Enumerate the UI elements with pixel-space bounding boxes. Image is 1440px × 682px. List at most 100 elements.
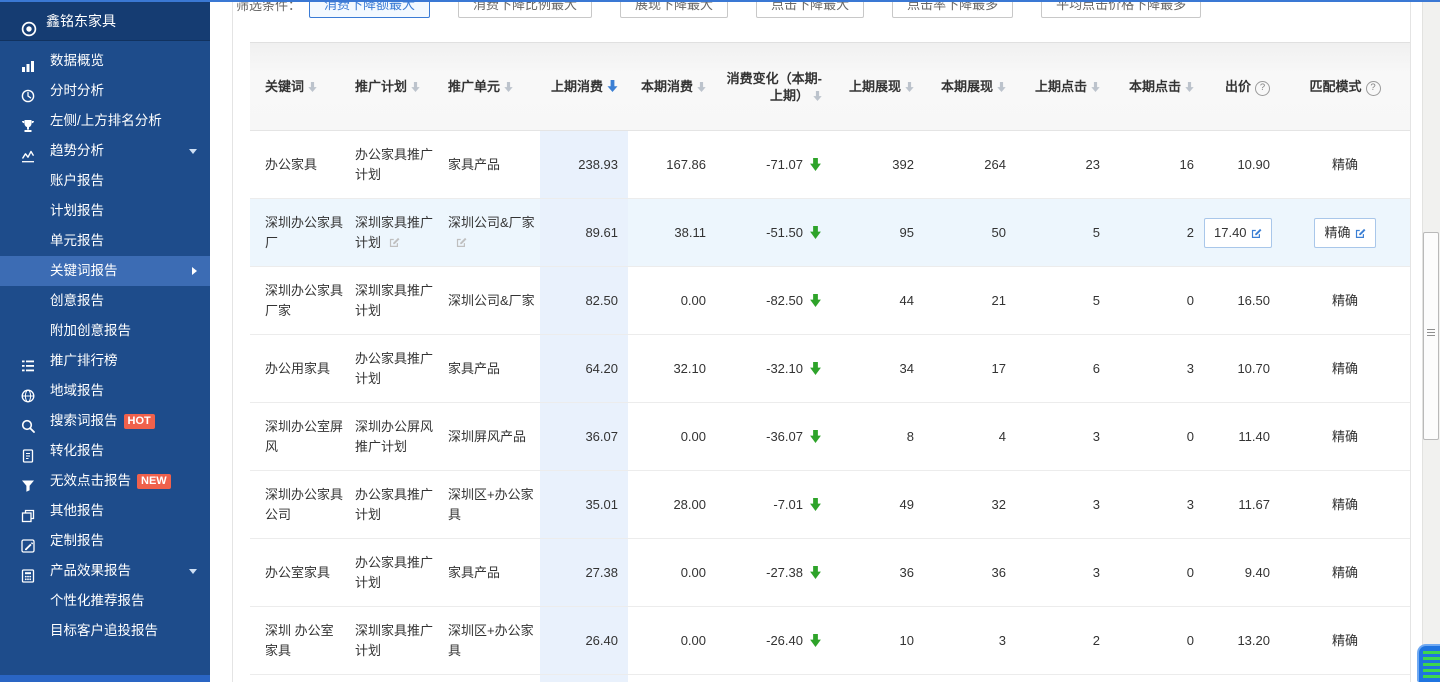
edit-icon[interactable]: [456, 236, 467, 247]
cell-content: -51.50: [716, 223, 822, 243]
col-header-keyword[interactable]: 关键词: [250, 43, 345, 130]
cell-bid: 16.50: [1204, 267, 1280, 334]
unit-value: 深圳区+办公家具: [448, 487, 534, 522]
col-header-label: 本期消费: [641, 79, 693, 94]
help-icon[interactable]: ?: [1366, 81, 1381, 96]
table-row[interactable]: 办公家具办公家具推广计划家具产品238.93167.86-71.07392264…: [250, 131, 1410, 199]
filter-option-3[interactable]: 展现下降最大: [620, 0, 728, 18]
match-value: 精确: [1332, 293, 1358, 308]
filter-option-4[interactable]: 点击下降最大: [756, 0, 864, 18]
cell-content: -7.01: [716, 495, 822, 515]
col-header-label: 本期点击: [1129, 79, 1181, 94]
col-header-content: 本期点击: [1110, 78, 1194, 95]
sidebar-item-rank-analysis[interactable]: 左侧/上方排名分析: [0, 106, 210, 136]
filter-option-6[interactable]: 平均点击价格下降最多: [1041, 0, 1201, 18]
sidebar-subitem[interactable]: 单元报告: [0, 226, 210, 256]
sidebar-subitem[interactable]: 计划报告: [0, 196, 210, 226]
sidebar-item-promo-ranking[interactable]: 推广排行榜: [0, 346, 210, 376]
col-header-match[interactable]: 匹配模式?: [1280, 43, 1410, 130]
table-row[interactable]: 办公室家具办公家具推广计划家具产品27.380.00-27.383636309.…: [250, 539, 1410, 607]
col-header-change[interactable]: 消费变化（本期-上期）: [716, 43, 832, 130]
table-body: 办公家具办公家具推广计划家具产品238.93167.86-71.07392264…: [250, 131, 1410, 682]
match-edit-button[interactable]: 精确: [1314, 218, 1375, 248]
table-row[interactable]: 深圳 办公室家具深圳家具推广计划深圳区+办公家具26.400.00-26.401…: [250, 607, 1410, 675]
help-icon[interactable]: ?: [1255, 81, 1270, 96]
cell-content: 16: [1110, 155, 1194, 175]
bid-edit-button[interactable]: 17.40: [1204, 218, 1272, 248]
col-header-prev_clk[interactable]: 上期点击: [1016, 43, 1110, 130]
bid-value: 10.90: [1237, 157, 1270, 172]
cell-content: 44: [832, 291, 914, 311]
sidebar-item-region-report[interactable]: 地域报告: [0, 376, 210, 406]
sidebar-item-conversion-report[interactable]: 转化报告: [0, 436, 210, 466]
sidebar-subitem[interactable]: 账户报告: [0, 166, 210, 196]
cell-content: 深圳公司&厂家: [448, 213, 540, 253]
cell-content: 36: [832, 563, 914, 583]
sidebar-subitem[interactable]: 创意报告: [0, 286, 210, 316]
col-header-prev_cost[interactable]: 上期消费: [540, 43, 628, 130]
cell-match: 精确: [1280, 471, 1410, 538]
floating-widget[interactable]: [1417, 644, 1440, 682]
col-header-cur_imp[interactable]: 本期展现: [924, 43, 1016, 130]
col-header-bid[interactable]: 出价?: [1204, 43, 1280, 130]
scrollbar-track[interactable]: [1422, 2, 1440, 682]
cell-match: 精确: [1280, 131, 1410, 198]
cell-content: 34: [832, 359, 914, 379]
cell-content: 0.00: [628, 427, 706, 447]
table-row[interactable]: 深圳办公家具厂家深圳家具推广计划深圳公司&厂家82.500.00-82.5044…: [250, 267, 1410, 335]
col-header-content: 关键词: [265, 78, 345, 95]
brand-logo-icon: [21, 13, 37, 29]
prev_imp-value: 10: [900, 633, 914, 648]
col-header-unit[interactable]: 推广单元: [438, 43, 540, 130]
sidebar-subitem-selected[interactable]: 关键词报告: [0, 256, 210, 286]
cell-content: 82.50: [540, 291, 618, 311]
col-header-plan[interactable]: 推广计划: [345, 43, 438, 130]
table-row[interactable]: 办公用家具办公家具推广计划家具产品64.2032.10-32.103417631…: [250, 335, 1410, 403]
cell-prev_imp: 34: [832, 335, 924, 402]
sidebar-subitem-label: 关键词报告: [50, 263, 118, 278]
filter-option-5[interactable]: 点击率下降最多: [892, 0, 1013, 18]
edit-icon[interactable]: [1251, 227, 1262, 238]
sidebar-item-search-term-report[interactable]: 搜索词报告HOT: [0, 406, 210, 436]
sidebar-item-product-effect-report[interactable]: 产品效果报告: [0, 556, 210, 586]
filter-option-2[interactable]: 消费下降比例最大: [458, 0, 592, 18]
col-header-prev_imp[interactable]: 上期展现: [832, 43, 924, 130]
cell-bid: 11.40: [1204, 403, 1280, 470]
table-row[interactable]: 深圳办公室屏风深圳办公屏风推广计划深圳屏风产品36.070.00-36.0784…: [250, 403, 1410, 471]
cell-content: 深圳区+办公家具: [448, 485, 540, 525]
cell-change: -7.01: [716, 471, 832, 538]
prev_clk-value: 3: [1093, 565, 1100, 580]
sidebar-item-invalid-click-report[interactable]: 无效点击报告NEW: [0, 466, 210, 496]
sidebar-item-other-report[interactable]: 其他报告: [0, 496, 210, 526]
brand[interactable]: 鑫铭东家具: [0, 2, 210, 41]
col-header-cur_clk[interactable]: 本期点击: [1110, 43, 1204, 130]
sidebar-subitem[interactable]: 目标客户追投报告: [0, 616, 210, 646]
table-row[interactable]: 深圳办公家具公司办公家具推广计划深圳区+办公家具35.0128.00-7.014…: [250, 471, 1410, 539]
cur_cost-value: 38.11: [674, 225, 706, 240]
unit-value: 家具产品: [448, 157, 500, 172]
sidebar-item-custom-report[interactable]: 定制报告: [0, 526, 210, 556]
cell-content: 深圳办公家具厂家: [265, 281, 345, 321]
cell-unit: 家具产品: [438, 131, 540, 198]
sidebar-item-data-overview[interactable]: 数据概览: [0, 46, 210, 76]
cell-change: [716, 675, 832, 682]
sidebar-subitem-label: 个性化推荐报告: [50, 593, 145, 608]
cell-cur_cost: 0.00: [628, 607, 716, 674]
cell-prev_imp: 10: [832, 607, 924, 674]
cell-content: 深圳办公家具厂: [265, 213, 345, 253]
sidebar-item-time-analysis[interactable]: 分时分析: [0, 76, 210, 106]
plan-value: 办公家具推广计划: [355, 555, 433, 590]
edit-icon[interactable]: [1355, 227, 1366, 238]
sidebar-subitem[interactable]: 附加创意报告: [0, 316, 210, 346]
sort-desc-icon: [813, 91, 822, 101]
col-header-cur_cost[interactable]: 本期消费: [628, 43, 716, 130]
sidebar-subitem[interactable]: 个性化推荐报告: [0, 586, 210, 616]
edit-icon[interactable]: [389, 236, 400, 247]
table-row[interactable]: [250, 675, 1410, 682]
scrollbar-thumb[interactable]: [1423, 232, 1439, 440]
filter-option-1[interactable]: 消费下降额最大: [309, 0, 430, 18]
cell-keyword: 深圳办公室屏风: [250, 403, 345, 470]
col-header-content: 推广计划: [355, 78, 438, 95]
table-row[interactable]: 深圳办公家具厂深圳家具推广计划深圳公司&厂家89.6138.11-51.5095…: [250, 199, 1410, 267]
sidebar-item-trend-analysis[interactable]: 趋势分析: [0, 136, 210, 166]
